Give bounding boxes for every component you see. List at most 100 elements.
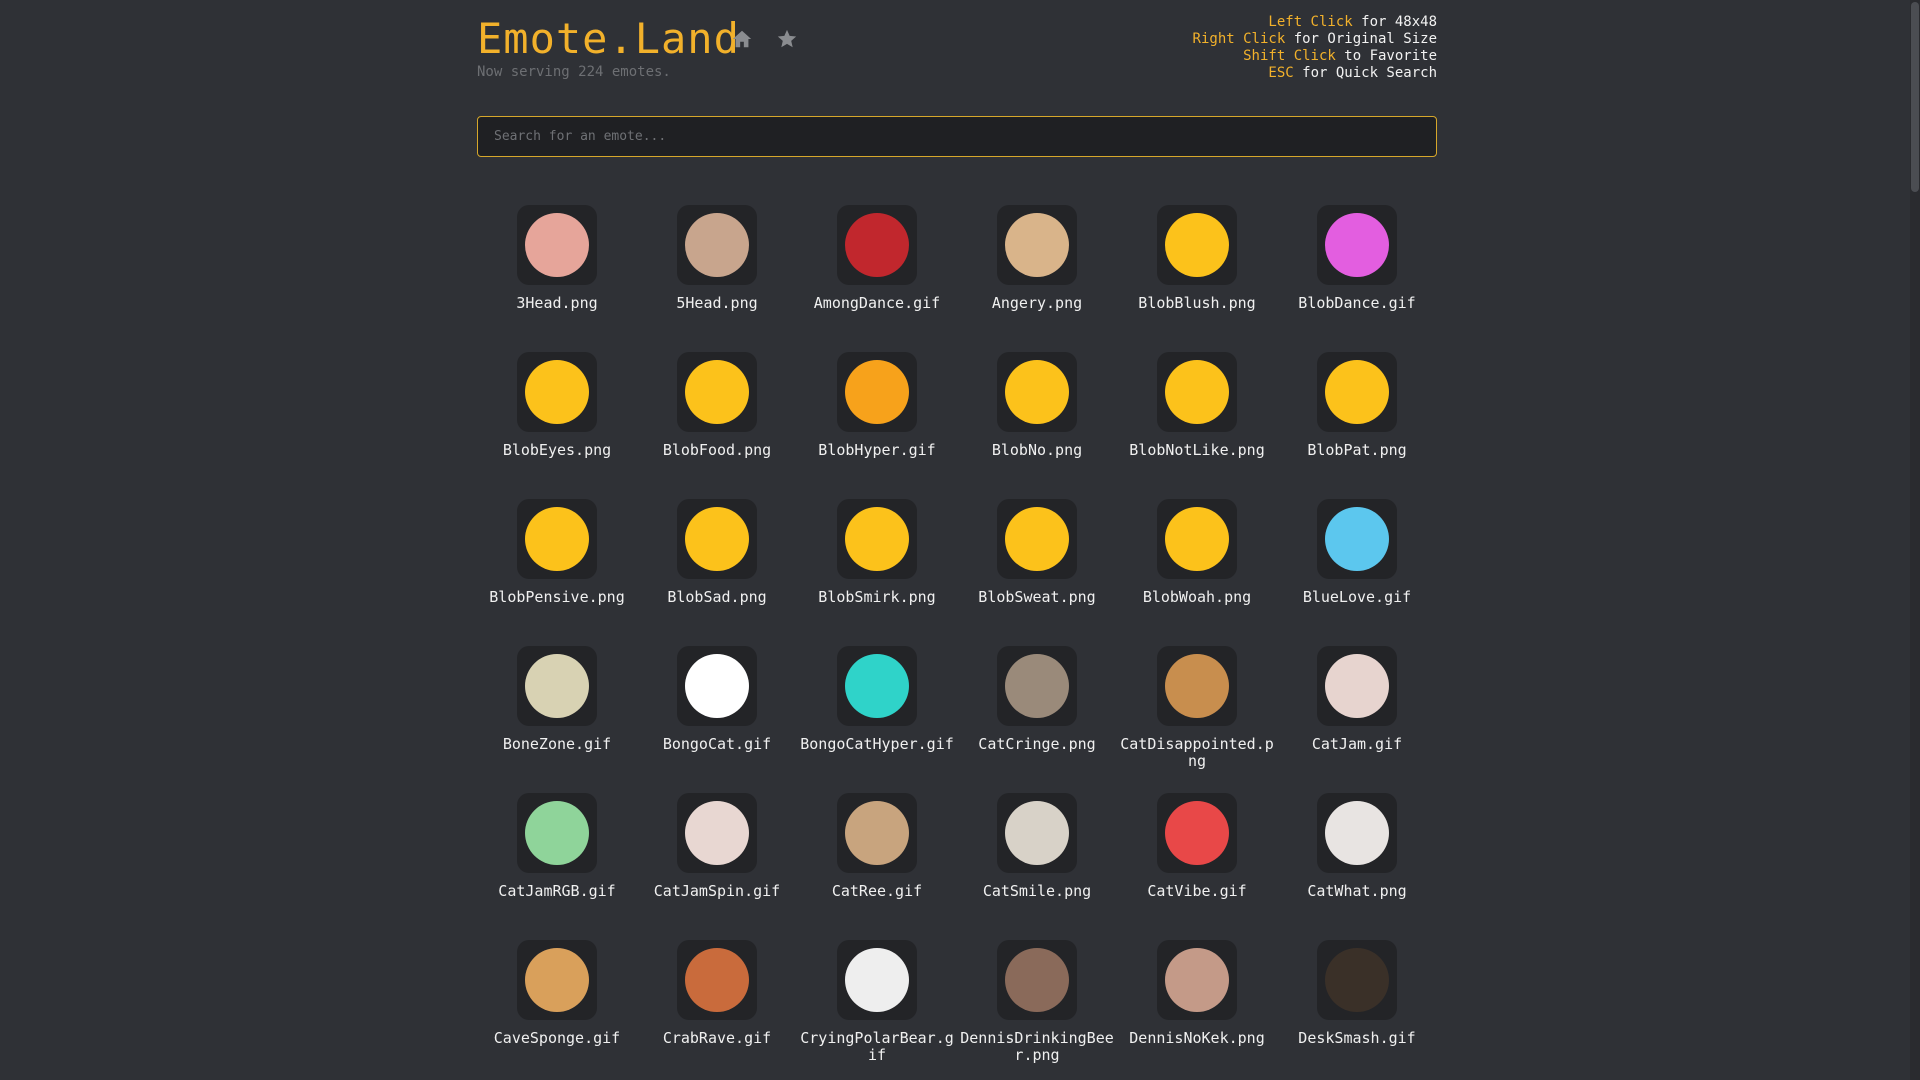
emote-thumbnail[interactable] [1317,499,1397,579]
emote-thumbnail[interactable] [1317,940,1397,1020]
emote-filename: BlobPensive.png [489,588,625,606]
emote-thumbnail[interactable] [517,352,597,432]
emote-thumbnail[interactable] [837,352,917,432]
emote-thumbnail[interactable] [1157,205,1237,285]
emote-thumbnail[interactable] [837,499,917,579]
emote-image [1165,948,1229,1012]
emote-item[interactable]: CatWhat.png [1277,778,1437,925]
emote-item[interactable]: BlobFood.png [637,337,797,484]
star-icon[interactable] [776,28,798,50]
emote-item[interactable]: CatRee.gif [797,778,957,925]
emote-filename: CatSmile.png [982,882,1092,900]
emote-thumbnail[interactable] [1317,646,1397,726]
emote-thumbnail[interactable] [1317,352,1397,432]
emote-thumbnail[interactable] [997,205,1077,285]
emote-item[interactable]: BongoCat.gif [637,631,797,778]
emote-item[interactable]: CatJamRGB.gif [477,778,637,925]
emote-item[interactable]: DeskSmash.gif [1277,925,1437,1072]
emote-thumbnail[interactable] [997,940,1077,1020]
emote-thumbnail[interactable] [517,940,597,1020]
emote-thumbnail[interactable] [1157,499,1237,579]
home-icon[interactable] [731,28,753,50]
site-title[interactable]: Emote.Land [477,14,740,63]
emote-thumbnail[interactable] [837,205,917,285]
emote-filename: BlobNotLike.png [1129,441,1265,459]
emote-thumbnail[interactable] [677,646,757,726]
emote-item[interactable]: 5Head.png [637,190,797,337]
emote-thumbnail[interactable] [1157,793,1237,873]
scrollbar[interactable] [1910,0,1920,1080]
emote-filename: 5Head.png [676,294,758,312]
emote-item[interactable]: BlobHyper.gif [797,337,957,484]
emote-item[interactable]: Angery.png [957,190,1117,337]
emote-filename: CaveSponge.gif [493,1029,621,1047]
emote-item[interactable]: BlobPensive.png [477,484,637,631]
emote-thumbnail[interactable] [677,205,757,285]
emote-filename: BlobDance.gif [1298,294,1416,312]
emote-thumbnail[interactable] [677,793,757,873]
emote-item[interactable]: BlobWoah.png [1117,484,1277,631]
emote-thumbnail[interactable] [517,205,597,285]
emote-thumbnail[interactable] [1157,940,1237,1020]
emote-item[interactable]: CryingPolarBear.gif [797,925,957,1072]
emote-item[interactable]: BlobSweat.png [957,484,1117,631]
emote-thumbnail[interactable] [1157,352,1237,432]
emote-item[interactable]: 3Head.png [477,190,637,337]
emote-item[interactable]: CatSmile.png [957,778,1117,925]
help-line: Right Click for Original Size [1193,31,1437,48]
emote-filename: CatJamRGB.gif [498,882,616,900]
emote-item[interactable]: BlobDance.gif [1277,190,1437,337]
emote-thumbnail[interactable] [1317,793,1397,873]
emote-image [525,948,589,1012]
emote-item[interactable]: BlobBlush.png [1117,190,1277,337]
emote-item[interactable]: CatJam.gif [1277,631,1437,778]
emote-item[interactable]: CaveSponge.gif [477,925,637,1072]
emote-item[interactable]: BlobPat.png [1277,337,1437,484]
emote-thumbnail[interactable] [997,352,1077,432]
emote-item[interactable]: DennisDrinkingBeer.png [957,925,1117,1072]
emote-filename: 3Head.png [516,294,598,312]
emote-thumbnail[interactable] [677,499,757,579]
emote-item[interactable]: CatDisappointed.png [1117,631,1277,778]
emote-item[interactable]: DennisNoKek.png [1117,925,1277,1072]
emote-item[interactable]: BlobNo.png [957,337,1117,484]
emote-thumbnail[interactable] [837,940,917,1020]
emote-filename: BlobWoah.png [1142,588,1252,606]
scrollbar-thumb[interactable] [1911,2,1919,192]
emote-thumbnail[interactable] [517,646,597,726]
emote-filename: CatCringe.png [978,735,1096,753]
emote-item[interactable]: CatVibe.gif [1117,778,1277,925]
emote-item[interactable]: BlobSmirk.png [797,484,957,631]
emote-thumbnail[interactable] [517,793,597,873]
emote-item[interactable]: AmongDance.gif [797,190,957,337]
emote-thumbnail[interactable] [997,499,1077,579]
emote-image [1005,360,1069,424]
help-text: for Quick Search [1302,65,1437,81]
emote-item[interactable]: BlueLove.gif [1277,484,1437,631]
emote-thumbnail[interactable] [677,352,757,432]
emote-thumbnail[interactable] [837,646,917,726]
emote-item[interactable]: BlobSad.png [637,484,797,631]
emote-item[interactable]: CrabRave.gif [637,925,797,1072]
emote-thumbnail[interactable] [1157,646,1237,726]
emote-thumbnail[interactable] [997,793,1077,873]
emote-image [685,360,749,424]
header: Emote.Land Now serving 224 emotes. Left … [477,0,1437,110]
emote-item[interactable]: BoneZone.gif [477,631,637,778]
emote-item[interactable]: BlobNotLike.png [1117,337,1277,484]
emote-thumbnail[interactable] [677,940,757,1020]
emote-image [685,213,749,277]
search-input[interactable] [477,116,1437,157]
emote-thumbnail[interactable] [997,646,1077,726]
emote-thumbnail[interactable] [1317,205,1397,285]
emote-item[interactable]: BongoCatHyper.gif [797,631,957,778]
emote-item[interactable]: CatCringe.png [957,631,1117,778]
emote-thumbnail[interactable] [517,499,597,579]
emote-image [845,360,909,424]
emote-item[interactable]: CatJamSpin.gif [637,778,797,925]
emote-item[interactable]: BlobEyes.png [477,337,637,484]
emote-image [845,948,909,1012]
emote-thumbnail[interactable] [837,793,917,873]
help-key: ESC [1268,65,1294,81]
emote-filename: CryingPolarBear.gif [800,1029,954,1064]
